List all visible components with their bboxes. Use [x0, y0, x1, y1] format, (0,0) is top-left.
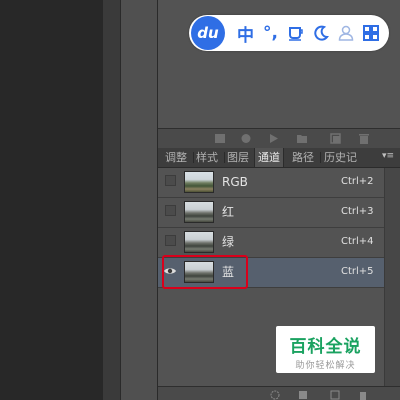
channel-shortcut: Ctrl+2	[341, 176, 374, 187]
channel-label: RGB	[222, 175, 248, 189]
channel-label: 红	[222, 205, 235, 219]
visibility-toggle[interactable]	[165, 235, 176, 246]
load-selection-icon[interactable]	[214, 133, 226, 144]
folder-icon[interactable]	[296, 133, 308, 144]
channel-shortcut: Ctrl+5	[341, 266, 374, 277]
channel-thumbnail	[184, 231, 214, 253]
trash-icon[interactable]	[358, 133, 370, 144]
tab-adjustments[interactable]: 调整	[162, 148, 190, 167]
tab-history[interactable]: 历史记	[321, 148, 360, 167]
tab-paths[interactable]: 路径	[289, 148, 317, 167]
panel-bottom-toolbar	[158, 386, 400, 400]
cup-icon[interactable]	[283, 25, 308, 41]
moon-icon[interactable]	[308, 25, 333, 41]
play-icon[interactable]	[268, 133, 280, 144]
panel-menu-icon[interactable]: ▾≡	[382, 151, 394, 161]
panel-tab-bar: 调整 样式 图层 通道 路径 历史记 ▾≡	[158, 148, 400, 168]
channel-thumbnail	[184, 171, 214, 193]
save-selection-channel-icon[interactable]	[298, 390, 308, 400]
load-channel-selection-icon[interactable]	[270, 390, 280, 400]
channel-row-green[interactable]: 绿 Ctrl+4	[158, 228, 384, 258]
visibility-toggle[interactable]	[165, 175, 176, 186]
ime-language-toggle[interactable]: 中	[233, 21, 258, 46]
annotation-highlight-box	[162, 255, 248, 289]
ime-punctuation-toggle[interactable]: °,	[258, 23, 283, 43]
channel-row-red[interactable]: 红 Ctrl+3	[158, 198, 384, 228]
new-channel-icon[interactable]	[330, 390, 340, 400]
watermark-title: 百科全说	[289, 337, 362, 357]
panel-scrollbar[interactable]	[384, 168, 400, 400]
ime-toolbar: du 中 °,	[189, 15, 389, 51]
save-selection-icon[interactable]	[240, 133, 252, 144]
canvas-edge	[103, 0, 120, 400]
document-canvas[interactable]	[0, 0, 103, 400]
grid-icon[interactable]	[358, 25, 383, 41]
visibility-toggle[interactable]	[165, 205, 176, 216]
channel-shortcut: Ctrl+4	[341, 236, 374, 247]
channel-label: 绿	[222, 235, 235, 249]
channel-shortcut: Ctrl+3	[341, 206, 374, 217]
panel-dock-divider[interactable]	[120, 0, 158, 400]
channel-row-rgb[interactable]: RGB Ctrl+2	[158, 168, 384, 198]
tab-layers[interactable]: 图层	[224, 148, 252, 167]
watermark-subtitle: 助你轻松解决	[295, 361, 356, 371]
tab-styles[interactable]: 样式	[193, 148, 221, 167]
new-channel-icon[interactable]	[330, 133, 342, 144]
panel-top-toolbar	[158, 128, 400, 148]
tab-channels[interactable]: 通道	[254, 148, 284, 167]
user-icon[interactable]	[333, 25, 358, 41]
delete-channel-icon[interactable]	[358, 390, 368, 400]
baidu-ime-logo[interactable]: du	[191, 16, 225, 50]
channel-thumbnail	[184, 201, 214, 223]
watermark-logo: 百科全说 助你轻松解决	[276, 326, 375, 373]
